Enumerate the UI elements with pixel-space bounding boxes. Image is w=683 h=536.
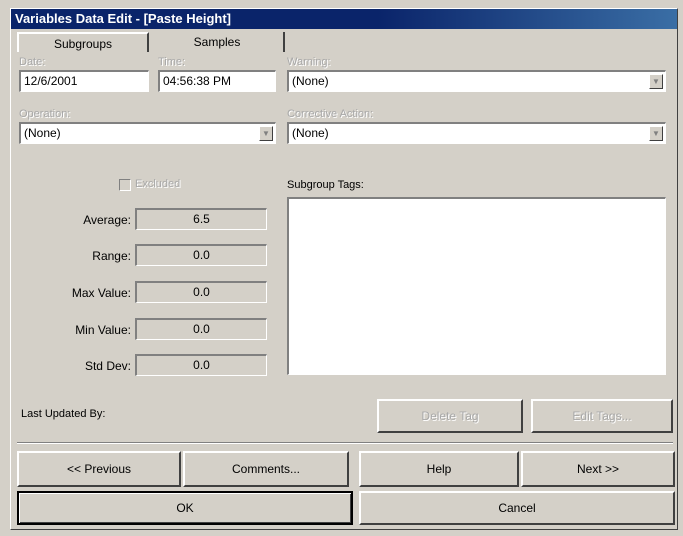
corrective-action-combo[interactable]: (None) ▼	[287, 122, 666, 144]
tab-samples[interactable]: Samples	[151, 32, 285, 52]
subgroup-tags-list[interactable]	[287, 197, 666, 375]
average-label: Average:	[83, 213, 131, 227]
comments-button[interactable]: Comments...	[183, 451, 349, 487]
excluded-label: Excluded	[135, 178, 181, 190]
title-bar: Variables Data Edit - [Paste Height]	[11, 9, 677, 29]
average-value: 6.5	[135, 208, 267, 230]
divider	[17, 442, 673, 444]
warning-label: Warning:	[287, 56, 331, 68]
max-value-value: 0.0	[135, 281, 267, 303]
dialog-window: Variables Data Edit - [Paste Height] Sub…	[10, 8, 678, 530]
corrective-action-label: Corrective Action:	[287, 108, 374, 120]
max-value-label: Max Value:	[71, 286, 131, 300]
warning-value: (None)	[292, 74, 329, 88]
next-button[interactable]: Next >>	[521, 451, 675, 487]
date-field[interactable]: 12/6/2001	[19, 70, 149, 92]
warning-combo[interactable]: (None) ▼	[287, 70, 666, 92]
chevron-down-icon[interactable]: ▼	[259, 126, 273, 141]
operation-value: (None)	[24, 126, 61, 140]
previous-button[interactable]: << Previous	[17, 451, 181, 487]
edit-tags-button[interactable]: Edit Tags...	[531, 399, 673, 433]
range-label: Range:	[92, 249, 131, 263]
date-label: Date:	[19, 56, 46, 68]
tab-subgroups[interactable]: Subgroups	[17, 32, 149, 52]
tab-subgroups-label: Subgroups	[53, 37, 113, 51]
operation-label: Operation:	[19, 108, 71, 120]
time-label: Time:	[158, 56, 186, 68]
corrective-action-value: (None)	[292, 126, 329, 140]
chevron-down-icon[interactable]: ▼	[649, 74, 663, 89]
window-title: Variables Data Edit - [Paste Height]	[15, 11, 232, 26]
operation-combo[interactable]: (None) ▼	[19, 122, 276, 144]
subgroup-tags-label: Subgroup Tags:	[287, 179, 364, 191]
std-dev-value: 0.0	[135, 354, 267, 376]
min-value-value: 0.0	[135, 318, 267, 340]
time-field[interactable]: 04:56:38 PM	[158, 70, 276, 92]
min-value-label: Min Value:	[75, 323, 131, 337]
tab-samples-label: Samples	[193, 35, 241, 49]
excluded-checkbox[interactable]	[119, 179, 131, 191]
help-button[interactable]: Help	[359, 451, 519, 487]
chevron-down-icon[interactable]: ▼	[649, 126, 663, 141]
last-updated-label: Last Updated By:	[21, 408, 106, 420]
std-dev-label: Std Dev:	[84, 359, 131, 373]
delete-tag-button[interactable]: Delete Tag	[377, 399, 523, 433]
ok-button[interactable]: OK	[17, 491, 353, 525]
cancel-button[interactable]: Cancel	[359, 491, 675, 525]
range-value: 0.0	[135, 244, 267, 266]
